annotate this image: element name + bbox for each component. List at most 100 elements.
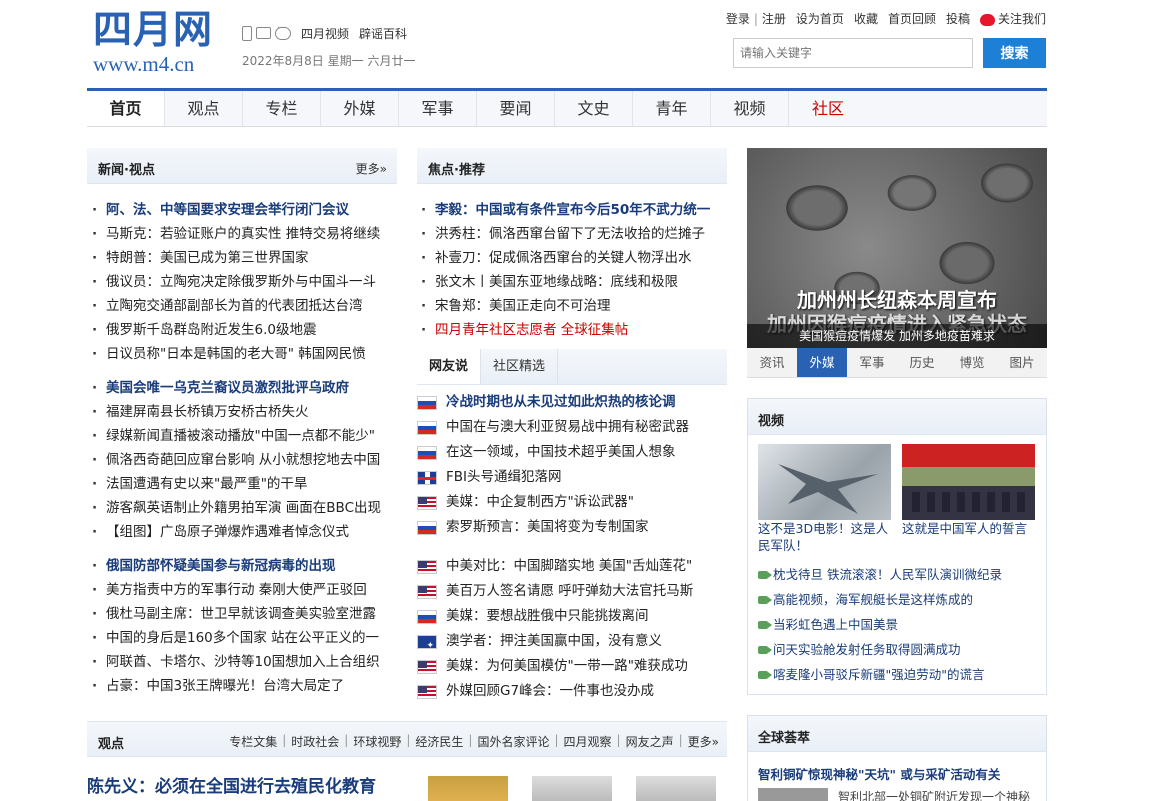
nav-home[interactable]: 首页 bbox=[87, 91, 165, 126]
tab-community-picks[interactable]: 社区精选 bbox=[481, 349, 559, 384]
set-home-link[interactable]: 设为首页 bbox=[796, 10, 844, 27]
hero-tab[interactable]: 图片 bbox=[997, 348, 1047, 377]
hero-tab[interactable]: 外媒 bbox=[797, 348, 847, 377]
desktop-icon[interactable] bbox=[256, 27, 271, 39]
search-button[interactable]: 搜索 bbox=[983, 38, 1046, 68]
list-item[interactable]: 问天实验舱发射任务取得圆满成功 bbox=[758, 637, 1048, 662]
follow-link[interactable]: 关注我们 bbox=[979, 10, 1046, 27]
submit-link[interactable]: 投稿 bbox=[946, 10, 970, 27]
list-item[interactable]: 俄国防部怀疑美国参与新冠病毒的出现 bbox=[92, 554, 397, 578]
global-headline[interactable]: 智利铜矿惊现神秘"天坑" 或与采矿活动有关 bbox=[758, 764, 1000, 783]
list-item[interactable]: 福建屏南县长桥镇万安桥古桥失火 bbox=[92, 400, 397, 424]
opinion-category-link[interactable]: 国外名家评论 bbox=[477, 733, 549, 750]
global-thumbnail[interactable] bbox=[758, 788, 828, 801]
search-input[interactable] bbox=[733, 38, 973, 68]
list-item[interactable]: 澳学者：押注美国赢中国，没有意义 bbox=[417, 629, 727, 654]
rumor-link[interactable]: 辟谣百科 bbox=[359, 25, 407, 42]
list-item[interactable]: FBI头号通缉犯落网 bbox=[417, 465, 727, 490]
list-item[interactable]: 美方指责中方的军事行动 秦刚大使严正驳回 bbox=[92, 578, 397, 602]
list-item[interactable]: 美国会唯一乌克兰裔议员激烈批评乌政府 bbox=[92, 376, 397, 400]
nav-community[interactable]: 社区 bbox=[789, 91, 867, 126]
opinion-category-link[interactable]: 专栏文集 bbox=[229, 733, 277, 750]
list-item[interactable]: 美百万人签名请愿 呼吁弹劾大法官托马斯 bbox=[417, 579, 727, 604]
nav-military[interactable]: 军事 bbox=[399, 91, 477, 126]
opinion-category-link[interactable]: 环球视野 bbox=[353, 733, 401, 750]
hero-tab[interactable]: 资讯 bbox=[747, 348, 797, 377]
video-camera-icon bbox=[758, 571, 772, 579]
list-item[interactable]: 特朗普：美国已成为第三世界国家 bbox=[92, 246, 397, 270]
author-photo[interactable] bbox=[636, 776, 716, 801]
list-item[interactable]: 美媒：要想战胜俄中只能挑拨离间 bbox=[417, 604, 727, 629]
login-link[interactable]: 登录 bbox=[726, 10, 750, 27]
video-link[interactable]: 四月视频 bbox=[301, 25, 349, 42]
list-item[interactable]: 美媒：为何美国模仿"一带一路"难获成功 bbox=[417, 654, 727, 679]
site-logo[interactable]: 四月网 www.m4.cn bbox=[93, 8, 223, 78]
video-thumbnail[interactable] bbox=[902, 444, 1035, 520]
list-item[interactable]: 佩洛西奇葩回应窜台影响 从小就想挖地去中国 bbox=[92, 448, 397, 472]
list-item[interactable]: 冷战时期也从未见过如此炽热的核论调 bbox=[417, 390, 727, 415]
opinion-category-link[interactable]: 网友之声 bbox=[626, 733, 674, 750]
mobile-icon[interactable] bbox=[242, 25, 252, 41]
more-link[interactable]: 更多» bbox=[356, 160, 387, 177]
opinion-category-link[interactable]: 更多» bbox=[688, 733, 719, 750]
list-item[interactable]: 喀麦隆小哥驳斥新疆"强迫劳动"的谎言 bbox=[758, 662, 1048, 687]
hero-image[interactable]: 加州州长纽森本周宣布 加州因猴痘疫情进入紧急状态 美国猴痘疫情爆发 加州多地疫苗… bbox=[747, 148, 1047, 348]
list-item[interactable]: 俄罗斯千岛群岛附近发生6.0级地震 bbox=[92, 318, 397, 342]
home-back-link[interactable]: 首页回顾 bbox=[888, 10, 936, 27]
favorite-link[interactable]: 收藏 bbox=[854, 10, 878, 27]
nav-video[interactable]: 视频 bbox=[711, 91, 789, 126]
video-caption[interactable]: 这就是中国军人的誓言 bbox=[902, 520, 1042, 537]
register-link[interactable]: 注册 bbox=[762, 10, 786, 27]
list-item[interactable]: 阿联酋、卡塔尔、沙特等10国想加入上合组织 bbox=[92, 650, 397, 674]
list-item[interactable]: 索罗斯预言：美国将变为专制国家 bbox=[417, 515, 727, 540]
list-item[interactable]: 美媒：中企复制西方"诉讼武器" bbox=[417, 490, 727, 515]
chat-icon[interactable] bbox=[275, 23, 291, 40]
list-item[interactable]: 立陶宛交通部副部长为首的代表团抵达台湾 bbox=[92, 294, 397, 318]
opinion-headline[interactable]: 陈先义：必须在全国进行去殖民化教育 bbox=[87, 772, 376, 797]
author-photo[interactable] bbox=[428, 776, 508, 801]
list-item[interactable]: 张文木丨美国东亚地缘战略：底线和极限 bbox=[421, 270, 727, 294]
list-item[interactable]: 马斯克：若验证账户的真实性 推特交易将继续 bbox=[92, 222, 397, 246]
list-item[interactable]: 占豪：中国3张王牌曝光！台湾大局定了 bbox=[92, 674, 397, 698]
hero-overlay-line: 加州州长纽森本周宣布 bbox=[797, 288, 997, 312]
flag-au-icon bbox=[417, 634, 437, 654]
video-thumbnail[interactable] bbox=[758, 444, 891, 520]
hero-tab[interactable]: 军事 bbox=[847, 348, 897, 377]
list-item[interactable]: 中国的身后是160多个国家 站在公平正义的一 bbox=[92, 626, 397, 650]
list-item[interactable]: 绿媒新闻直播被滚动播放"中国一点都不能少" bbox=[92, 424, 397, 448]
list-item[interactable]: 游客飙英语制止外籍男拍军演 画面在BBC出现 bbox=[92, 496, 397, 520]
list-item[interactable]: 李毅：中国或有条件宣布今后50年不武力统一 bbox=[421, 198, 727, 222]
list-item[interactable]: 洪秀柱：佩洛西窜台留下了无法收拾的烂摊子 bbox=[421, 222, 727, 246]
list-item[interactable]: 枕戈待旦 铁流滚滚！人民军队演训微纪录 bbox=[758, 562, 1048, 587]
video-caption[interactable]: 这不是3D电影！这是人民军队！ bbox=[758, 520, 898, 554]
list-item[interactable]: 中美对比：中国脚踏实地 美国"舌灿莲花" bbox=[417, 554, 727, 579]
opinion-category-link[interactable]: 时政社会 bbox=[291, 733, 339, 750]
opinion-category-link[interactable]: 四月观察 bbox=[564, 733, 612, 750]
hero-tab[interactable]: 历史 bbox=[897, 348, 947, 377]
nav-youth[interactable]: 青年 bbox=[633, 91, 711, 126]
opinion-category-link[interactable]: 经济民生 bbox=[415, 733, 463, 750]
hero-tab[interactable]: 博览 bbox=[947, 348, 997, 377]
list-item[interactable]: 外媒回顾G7峰会：一件事也没办成 bbox=[417, 679, 727, 704]
nav-headlines[interactable]: 要闻 bbox=[477, 91, 555, 126]
list-item[interactable]: 法国遭遇有史以来"最严重"的干旱 bbox=[92, 472, 397, 496]
list-item[interactable]: 高能视频，海军舰艇长是这样炼成的 bbox=[758, 587, 1048, 612]
list-item[interactable]: 【组图】广岛原子弹爆炸遇难者悼念仪式 bbox=[92, 520, 397, 544]
list-item[interactable]: 四月青年社区志愿者 全球征集帖 bbox=[421, 318, 727, 342]
author-photo[interactable] bbox=[532, 776, 612, 801]
list-item[interactable]: 日议员称"日本是韩国的老大哥" 韩国网民愤 bbox=[92, 342, 397, 366]
nav-opinion[interactable]: 观点 bbox=[165, 91, 243, 126]
list-item[interactable]: 在这一领域，中国技术超乎美国人想象 bbox=[417, 440, 727, 465]
list-item[interactable]: 补壹刀：促成佩洛西窜台的关键人物浮出水 bbox=[421, 246, 727, 270]
tab-netizen[interactable]: 网友说 bbox=[417, 349, 482, 384]
nav-foreign-media[interactable]: 外媒 bbox=[321, 91, 399, 126]
hero-caption[interactable]: 美国猴痘疫情爆发 加州多地疫苗难求 bbox=[747, 324, 1047, 348]
list-item[interactable]: 俄议员：立陶宛决定除俄罗斯外与中国斗一斗 bbox=[92, 270, 397, 294]
list-item[interactable]: 阿、法、中等国要求安理会举行闭门会议 bbox=[92, 198, 397, 222]
list-item[interactable]: 当彩虹色遇上中国美景 bbox=[758, 612, 1048, 637]
nav-column[interactable]: 专栏 bbox=[243, 91, 321, 126]
list-item[interactable]: 宋鲁郑：美国正走向不可治理 bbox=[421, 294, 727, 318]
list-item[interactable]: 中国在与澳大利亚贸易战中拥有秘密武器 bbox=[417, 415, 727, 440]
nav-history[interactable]: 文史 bbox=[555, 91, 633, 126]
list-item[interactable]: 俄杜马副主席：世卫早就该调查美实验室泄露 bbox=[92, 602, 397, 626]
